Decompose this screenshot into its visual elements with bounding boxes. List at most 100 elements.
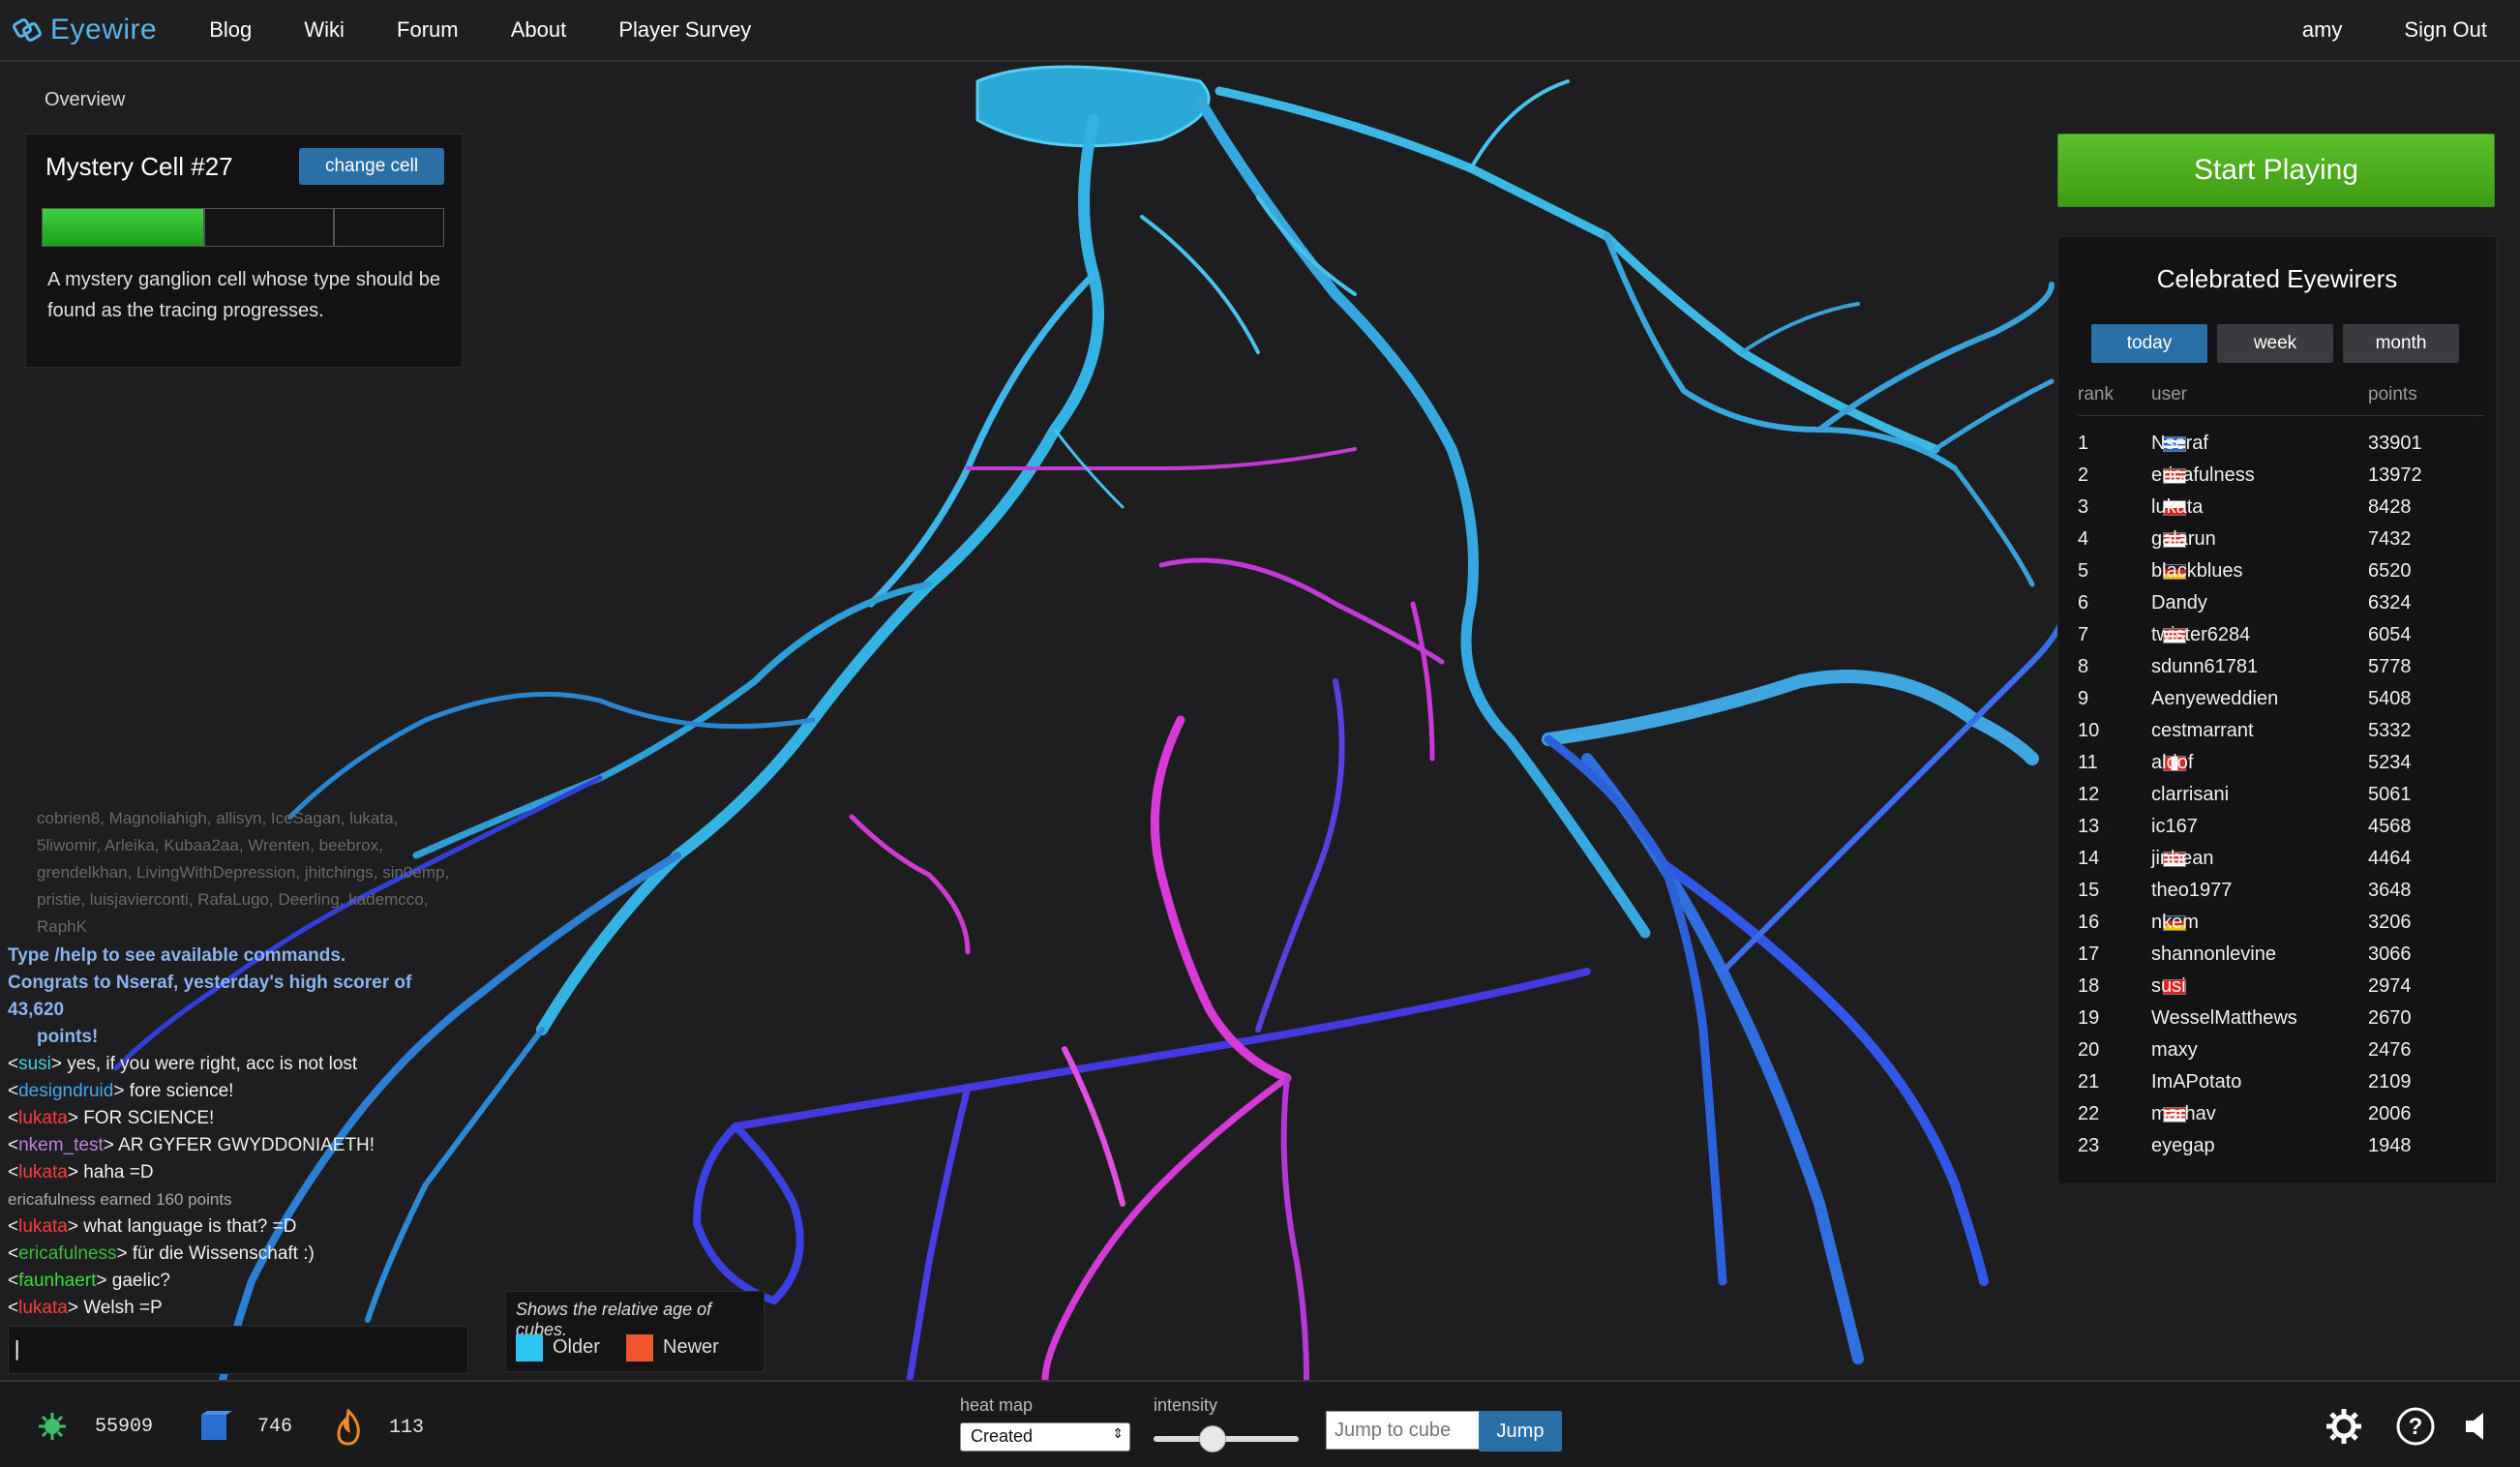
row-rank: 4 [2078,528,2089,550]
chat-message: <lukata> FOR SCIENCE! [8,1108,215,1128]
change-cell-button[interactable]: change cell [299,148,444,185]
chat-message: <designdruid> fore science! [8,1081,234,1101]
chat-text: FOR SCIENCE! [83,1108,215,1128]
intensity-slider-thumb[interactable] [1199,1425,1226,1452]
row-user[interactable]: marhav [2151,1103,2216,1125]
cell-description: A mystery ganglion cell whose type shoul… [47,269,440,321]
settings-gear-icon[interactable] [2323,1405,2365,1448]
leaderboard-row[interactable]: 22 marhav 2006 [2078,1103,2484,1135]
chat-username[interactable]: designdruid [18,1081,113,1101]
leaderboard-row[interactable]: 17 shannonlevine 3066 [2078,943,2484,975]
jump-button[interactable]: Jump [1479,1411,1562,1452]
sound-speaker-icon[interactable] [2458,1405,2501,1448]
chat-username[interactable]: lukata [18,1216,68,1237]
leaderboard-row[interactable]: 11 aldof 5234 [2078,752,2484,784]
leaderboard-row[interactable]: 6 Dandy 6324 [2078,592,2484,624]
nav-link-player-survey[interactable]: Player Survey [618,17,751,42]
nav-link-blog[interactable]: Blog [209,17,252,42]
leaderboard-row[interactable]: 2 ericafulness 13972 [2078,464,2484,496]
user-name-link[interactable]: amy [2302,17,2343,43]
neuron-branch [1952,465,2035,587]
chat-username[interactable]: susi [18,1054,51,1074]
row-user[interactable]: lukata [2151,496,2203,519]
chat-message: <ericafulness> für die Wissenschaft :) [8,1243,315,1264]
row-rank: 16 [2078,912,2100,933]
row-points: 3206 [2368,912,2412,933]
leaderboard-row[interactable]: 9 Aenyeweddien 5408 [2078,688,2484,720]
row-rank: 20 [2078,1039,2100,1061]
leaderboard-row[interactable]: 18 susi 2974 [2078,975,2484,1007]
leaderboard-row[interactable]: 20 maxy 2476 [2078,1039,2484,1071]
leaderboard-row[interactable]: 16 nkem 3206 [2078,912,2484,943]
chat-username[interactable]: ericafulness [18,1243,116,1264]
row-points: 8428 [2368,496,2412,518]
row-points: 3648 [2368,880,2412,901]
help-icon[interactable]: ? [2394,1405,2437,1448]
chat-username[interactable]: lukata [18,1162,68,1183]
overview-panel: Mystery Cell #27 change cell A mystery g… [25,134,463,368]
leaderboard-row[interactable]: 12 clarrisani 5061 [2078,784,2484,816]
leaderboard-row[interactable]: 3 lukata 8428 [2078,496,2484,528]
row-user-name: ImAPotato [2151,1071,2242,1093]
heatmap-select[interactable]: Created ⇕ [960,1422,1130,1452]
neuron-branch [693,1123,804,1304]
sign-out-link[interactable]: Sign Out [2404,17,2487,43]
row-user[interactable]: Nseraf [2151,433,2208,455]
tab-week[interactable]: week [2217,324,2333,363]
leaderboard-row[interactable]: 5 blackblues 6520 [2078,560,2484,592]
leaderboard-row[interactable]: 7 twister6284 6054 [2078,624,2484,656]
row-user[interactable]: jinbean [2151,848,2214,870]
tab-today[interactable]: today [2091,324,2207,363]
row-rank: 2 [2078,464,2089,486]
start-playing-button[interactable]: Start Playing [2057,134,2495,207]
chat-text: gaelic? [111,1271,170,1291]
leaderboard-row[interactable]: 1 Nseraf 33901 [2078,433,2484,464]
chat-input[interactable] [8,1326,468,1374]
cell-progress-fill [43,209,203,246]
progress-divider [333,209,335,246]
chat-username[interactable]: nkem_test [18,1135,104,1155]
leaderboard-row[interactable]: 13 ic167 4568 [2078,816,2484,848]
row-user[interactable]: twister6284 [2151,624,2250,646]
chat-username[interactable]: faunhaert [18,1271,96,1291]
leaderboard-row[interactable]: 10 cestmarrant 5332 [2078,720,2484,752]
row-user-name: ericafulness [2151,464,2255,486]
chat-congrats-message-cont: points! [37,1027,99,1047]
leaderboard-row[interactable]: 14 jinbean 4464 [2078,848,2484,880]
chat-username[interactable]: lukata [18,1108,68,1128]
leaderboard-row[interactable]: 4 galarun 7432 [2078,528,2484,560]
row-user[interactable]: nkem [2151,912,2199,934]
nav-link-about[interactable]: About [511,17,567,42]
row-user-name: shannonlevine [2151,943,2276,965]
row-user[interactable]: susi [2151,975,2186,998]
leaderboard-row[interactable]: 8 sdunn61781 5778 [2078,656,2484,688]
leaderboard-row[interactable]: 19 WesselMatthews 2670 [2078,1007,2484,1039]
leaderboard-row[interactable]: 23 eyegap 1948 [2078,1135,2484,1167]
eyewire-logo[interactable]: Eyewire [12,14,157,46]
neuron-branch [1255,678,1345,1033]
row-user-name: marhav [2151,1103,2216,1124]
heatmap-selected-value: Created [971,1426,1034,1446]
row-points: 6324 [2368,592,2412,614]
points-value: 55909 [95,1415,154,1438]
leaderboard-row[interactable]: 15 theo1977 3648 [2078,880,2484,912]
jump-to-cube-input[interactable] [1326,1411,1483,1450]
row-user[interactable]: ericafulness [2151,464,2255,487]
chat-text: haha =D [83,1162,154,1183]
chat-username[interactable]: lukata [18,1298,68,1318]
row-user[interactable]: galarun [2151,528,2216,551]
tab-month[interactable]: month [2343,324,2459,363]
row-user[interactable]: aldof [2151,752,2193,774]
chat-text: AR GYFER GWYDDONIAETH! [118,1135,375,1155]
leaderboard-row[interactable]: 21 ImAPotato 2109 [2078,1071,2484,1103]
row-user-name: jinbean [2151,848,2214,869]
nav-link-forum[interactable]: Forum [397,17,459,42]
row-user[interactable]: blackblues [2151,560,2243,583]
row-points: 13972 [2368,464,2422,486]
row-points: 5061 [2368,784,2412,805]
row-points: 5332 [2368,720,2412,741]
nav-link-wiki[interactable]: Wiki [304,17,345,42]
intensity-slider-track[interactable] [1154,1436,1299,1442]
row-rank: 15 [2078,880,2100,901]
chat-message: <lukata> Welsh =P [8,1298,163,1318]
